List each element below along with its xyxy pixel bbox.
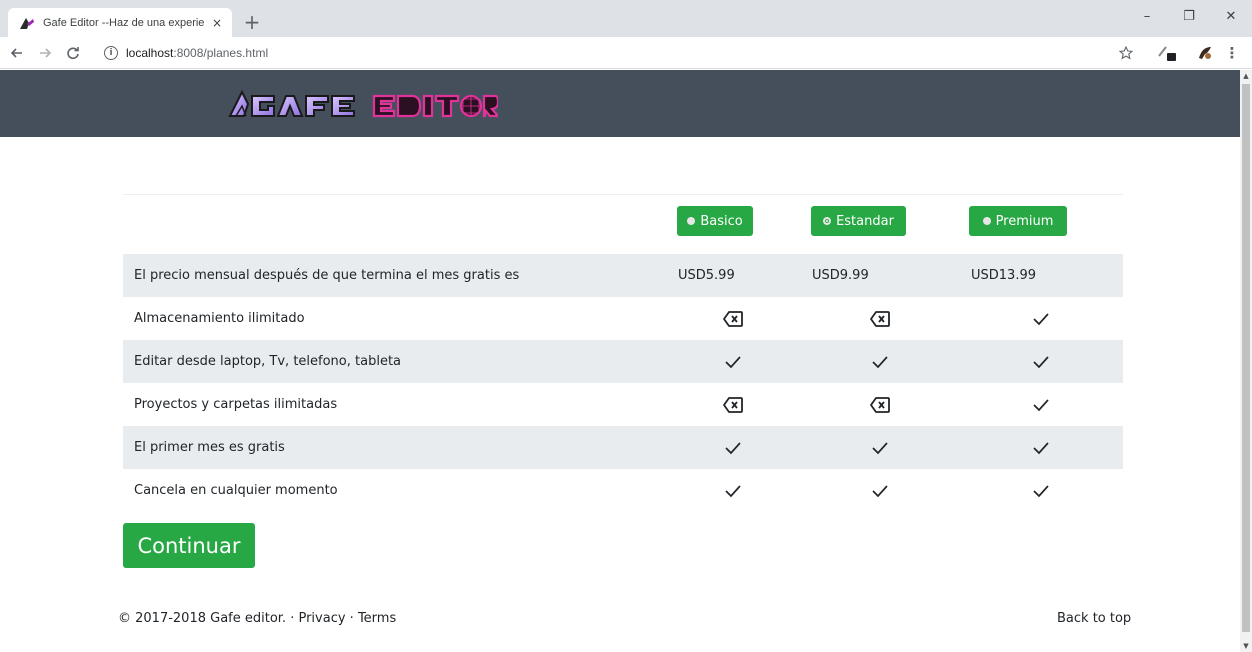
forward-icon[interactable] [34,42,56,64]
continuar-button[interactable]: Continuar [123,523,255,568]
feature-label: Almacenamiento ilimitado [134,311,305,326]
browser-tabstrip: Gafe Editor --Haz de una experie × + – ❐… [0,0,1252,37]
back-icon[interactable] [6,42,28,64]
browser-toolbar: i localhost:8008/planes.html [0,37,1252,69]
table-row: Editar desde laptop, Tv, telefono, table… [123,340,1123,383]
check-icon-premium [1031,469,1051,512]
window-controls: – ❐ ✕ [1126,0,1252,37]
check-icon-estandar [870,469,890,512]
feature-label: El precio mensual después de que termina… [134,268,520,283]
check-icon-premium [1031,383,1051,426]
new-tab-icon[interactable]: + [240,11,264,33]
x-icon-basico [723,297,743,340]
divider [123,194,1123,195]
check-icon-estandar [870,426,890,469]
page-scrollbar[interactable]: ▲ ▼ [1240,70,1252,652]
back-to-top-link[interactable]: Back to top [1057,611,1131,626]
radio-premium-icon [982,217,991,225]
plan-estandar-button[interactable]: Estandar [811,206,906,236]
browser-tab[interactable]: Gafe Editor --Haz de una experie × [8,8,232,37]
check-icon-basico [723,469,743,512]
x-icon-basico [723,383,743,426]
extension-icon[interactable] [1155,40,1179,66]
feature-label: Proyectos y carpetas ilimitadas [134,397,338,412]
price-estandar: USD9.99 [812,268,869,283]
feature-label: Editar desde laptop, Tv, telefono, table… [134,354,402,369]
check-icon-basico [723,340,743,383]
privacy-link[interactable]: Privacy [298,611,345,626]
check-icon-premium [1031,340,1051,383]
check-icon-basico [723,426,743,469]
scroll-up-icon[interactable]: ▲ [1240,72,1252,80]
restore-icon[interactable]: ❐ [1168,0,1210,32]
radio-estandar-icon [823,217,832,225]
footer-copyright: © 2017-2018 Gafe editor. · Privacy · Ter… [118,611,397,626]
table-row: Proyectos y carpetas ilimitadas [123,383,1123,426]
profile-avatar-icon[interactable] [1193,40,1217,66]
price-basico: USD5.99 [678,268,735,283]
table-row: El primer mes es gratis [123,426,1123,469]
table-row: El precio mensual después de que termina… [123,254,1123,297]
table-row: Almacenamiento ilimitado [123,297,1123,340]
terms-link[interactable]: Terms [358,611,396,626]
check-icon-estandar [870,340,890,383]
site-info-icon[interactable]: i [104,46,118,60]
url-text: localhost:8008/planes.html [126,46,269,60]
gafe-editor-logo[interactable] [228,86,501,122]
feature-label: Cancela en cualquier momento [134,483,338,498]
plan-estandar-label: Estandar [836,213,894,229]
browser-menu-icon[interactable]: ⋮ [1224,40,1240,66]
price-premium: USD13.99 [971,268,1036,283]
plan-basico-label: Basico [700,213,743,229]
table-row: Cancela en cualquier momento [123,469,1123,512]
tab-title: Gafe Editor --Haz de una experie [43,16,204,29]
site-favicon-icon [18,15,36,31]
check-icon-premium [1031,297,1051,340]
close-window-icon[interactable]: ✕ [1210,0,1252,32]
minimize-icon[interactable]: – [1126,0,1168,32]
radio-basico-icon [687,217,696,225]
site-header [0,70,1240,137]
x-icon-estandar [870,297,890,340]
plan-premium-label: Premium [995,213,1054,229]
plan-premium-button[interactable]: Premium [969,206,1067,236]
x-icon-estandar [870,383,890,426]
address-bar[interactable]: i localhost:8008/planes.html [104,41,1144,65]
reload-icon[interactable] [62,42,84,64]
scrollbar-thumb[interactable] [1242,84,1250,632]
scroll-down-icon[interactable]: ▼ [1240,642,1252,650]
check-icon-premium [1031,426,1051,469]
bookmark-star-icon[interactable] [1116,40,1136,66]
tab-close-icon[interactable]: × [210,16,224,30]
plan-basico-button[interactable]: Basico [677,206,753,236]
feature-label: El primer mes es gratis [134,440,285,455]
page-viewport: Basico Estandar Premium El precio mensua… [0,70,1240,652]
